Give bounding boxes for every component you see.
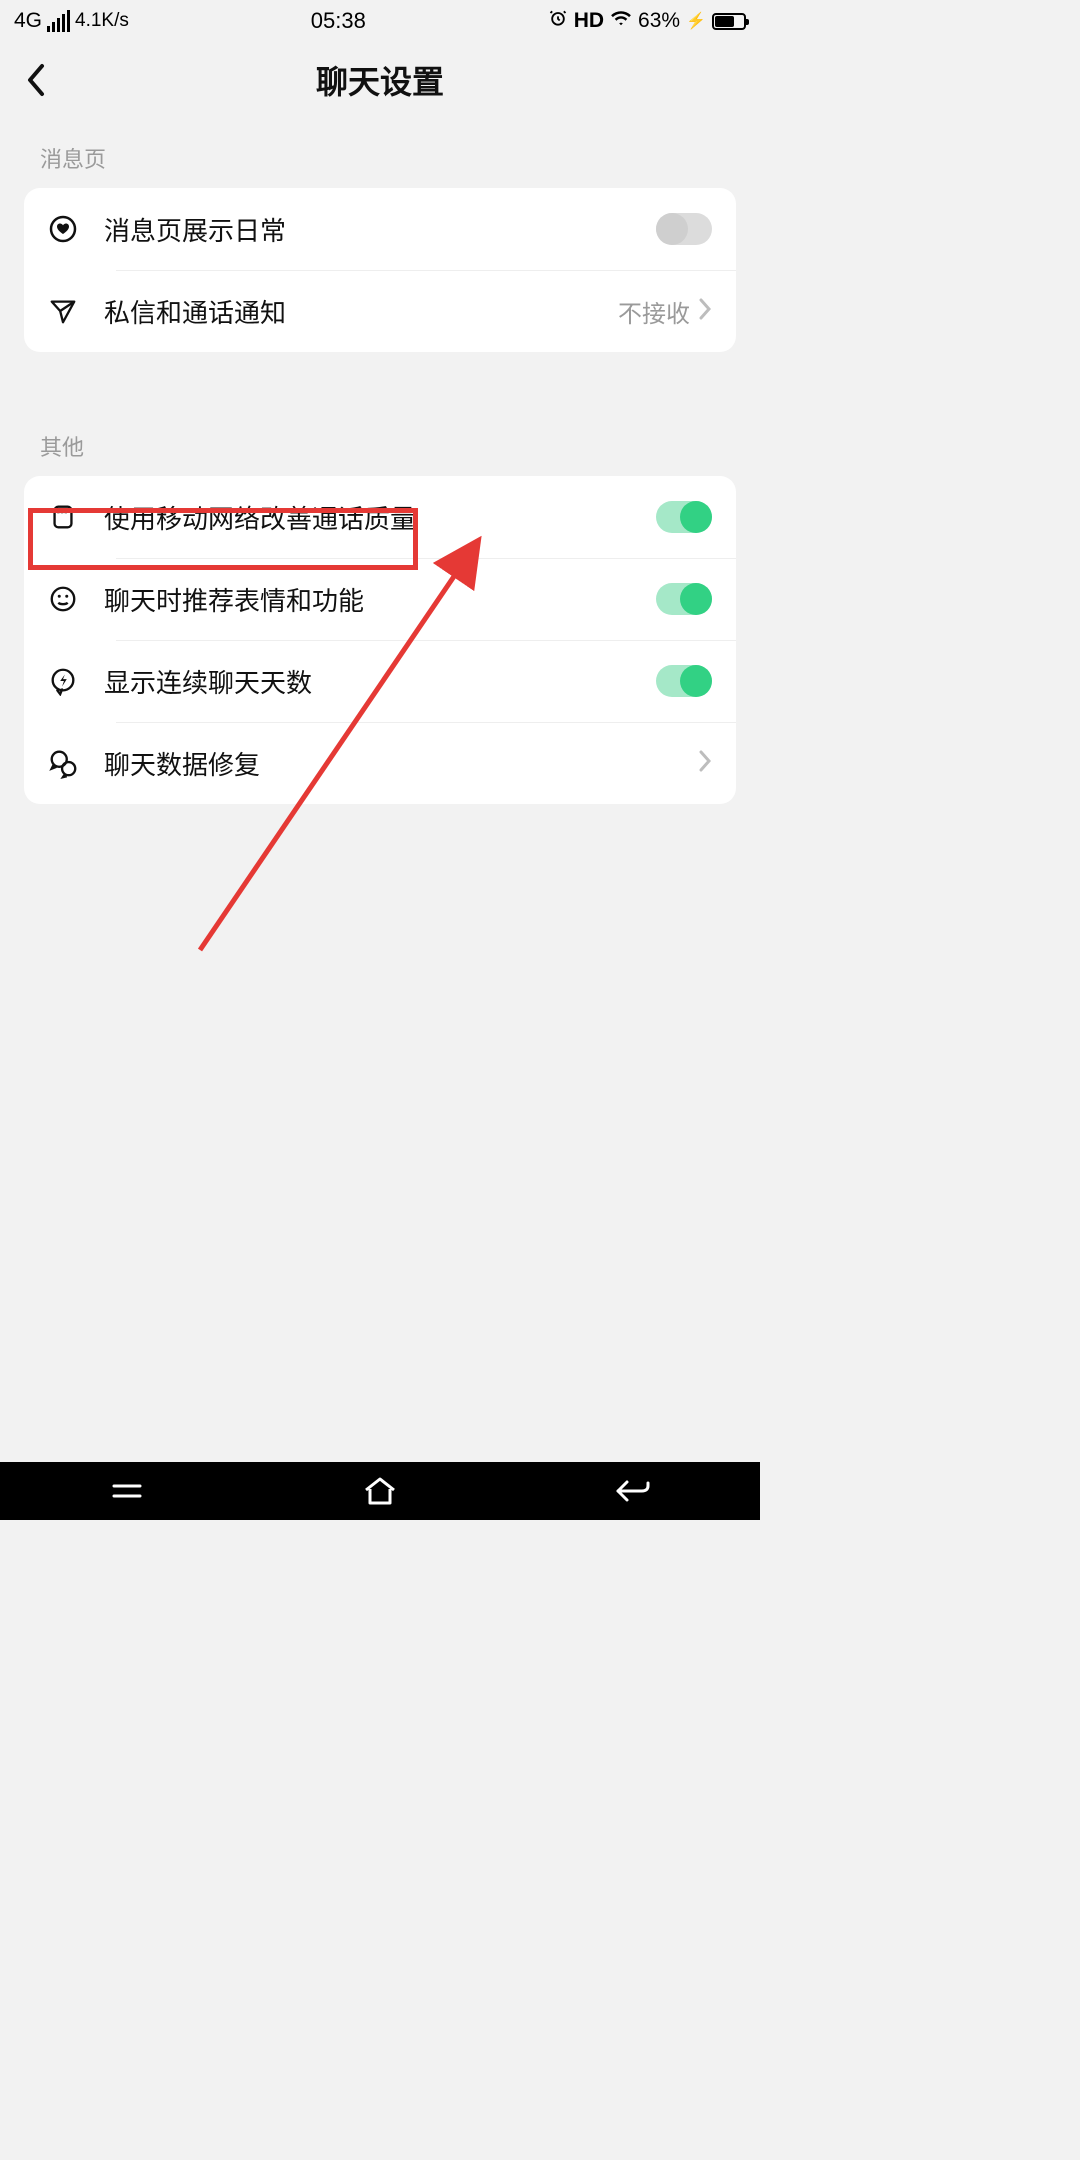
row-label: 私信和通话通知 <box>104 293 618 330</box>
network-speed: 4.1K/s <box>75 10 129 32</box>
status-time: 05:38 <box>311 8 366 34</box>
chevron-left-icon <box>25 63 47 97</box>
chevron-right-icon <box>698 298 712 325</box>
send-icon <box>40 288 86 334</box>
charging-icon: ⚡ <box>686 11 706 31</box>
hd-indicator: HD <box>574 9 604 33</box>
sim-icon <box>40 494 86 540</box>
heart-circle-icon <box>40 206 86 252</box>
status-right: HD 63% ⚡ <box>548 8 746 34</box>
chat-repair-icon <box>40 740 86 786</box>
row-label: 使用移动网络改善通话质量 <box>104 499 656 536</box>
signal-icon <box>47 10 70 32</box>
row-label: 聊天时推荐表情和功能 <box>104 581 656 618</box>
row-dm-call-notify[interactable]: 私信和通话通知 不接收 <box>24 270 736 352</box>
status-bar: 4G 4.1K/s 05:38 HD 63% ⚡ <box>0 0 760 42</box>
row-chat-streak[interactable]: 显示连续聊天天数 <box>24 640 736 722</box>
back-button[interactable] <box>18 62 54 98</box>
toggle-recommend-emoji[interactable] <box>656 583 712 615</box>
toggle-mobile-network[interactable] <box>656 501 712 533</box>
battery-pct: 63% <box>638 9 680 33</box>
nav-recents-button[interactable] <box>97 1479 157 1503</box>
nav-home-button[interactable] <box>350 1476 410 1506</box>
chevron-right-icon <box>698 750 712 777</box>
row-recommend-emoji[interactable]: 聊天时推荐表情和功能 <box>24 558 736 640</box>
network-type: 4G <box>14 9 42 33</box>
row-label: 消息页展示日常 <box>104 211 656 248</box>
page-title: 聊天设置 <box>316 57 444 103</box>
system-navbar <box>0 1462 760 1520</box>
row-label: 显示连续聊天天数 <box>104 663 656 700</box>
row-label: 聊天数据修复 <box>104 745 698 782</box>
toggle-chat-streak[interactable] <box>656 665 712 697</box>
row-show-daily[interactable]: 消息页展示日常 <box>24 188 736 270</box>
section-label-other: 其他 <box>0 406 760 476</box>
row-chat-repair[interactable]: 聊天数据修复 <box>24 722 736 804</box>
app-header: 聊天设置 <box>0 42 760 118</box>
card-messages: 消息页展示日常 私信和通话通知 不接收 <box>24 188 736 352</box>
section-label-messages: 消息页 <box>0 118 760 188</box>
status-left: 4G 4.1K/s <box>14 9 129 33</box>
card-other: 使用移动网络改善通话质量 聊天时推荐表情和功能 显示连续聊天天数 聊天数据修复 <box>24 476 736 804</box>
bolt-bubble-icon <box>40 658 86 704</box>
toggle-show-daily[interactable] <box>656 213 712 245</box>
alarm-icon <box>548 8 568 34</box>
row-mobile-network-quality[interactable]: 使用移动网络改善通话质量 <box>24 476 736 558</box>
nav-back-button[interactable] <box>603 1478 663 1504</box>
row-value: 不接收 <box>618 294 690 329</box>
battery-icon <box>712 13 746 30</box>
smile-icon <box>40 576 86 622</box>
wifi-icon <box>610 9 632 33</box>
